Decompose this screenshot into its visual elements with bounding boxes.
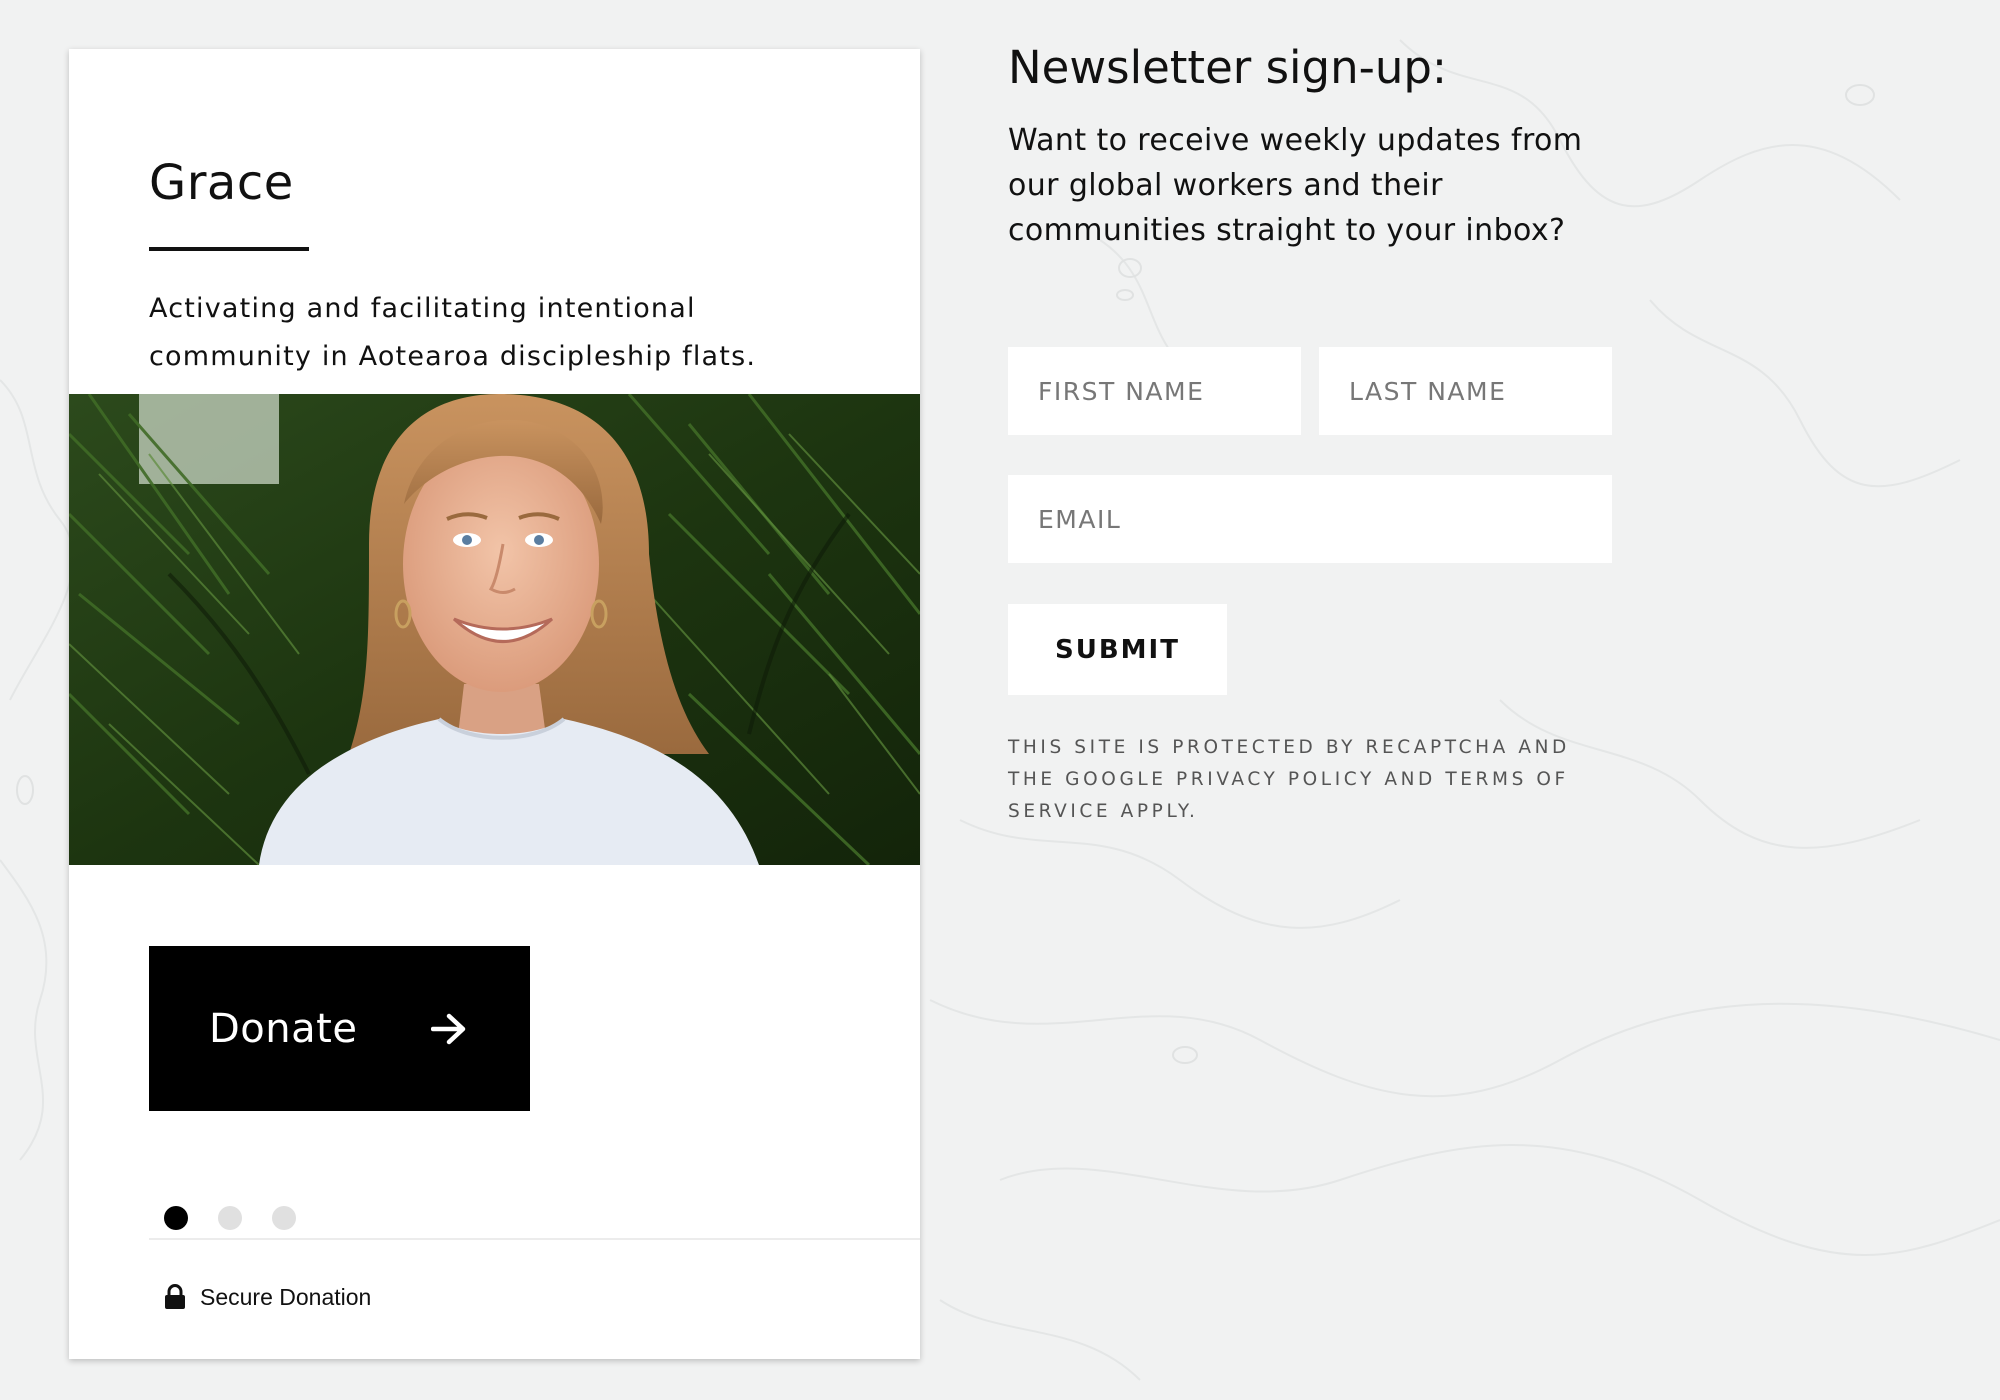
card-divider: [149, 1238, 920, 1240]
carousel-dot[interactable]: [218, 1206, 242, 1230]
first-name-input[interactable]: [1008, 347, 1301, 435]
carousel-dot-active[interactable]: [164, 1206, 188, 1230]
email-input[interactable]: [1008, 475, 1612, 563]
donate-button[interactable]: Donate: [149, 946, 530, 1111]
carousel-dot[interactable]: [272, 1206, 296, 1230]
last-name-input[interactable]: [1319, 347, 1612, 435]
newsletter-description: Want to receive weekly updates from our …: [1008, 123, 1583, 248]
recaptcha-notice: THIS SITE IS PROTECTED BY RECAPTCHA AND …: [1008, 737, 1570, 822]
worker-photo: [69, 394, 920, 865]
submit-button[interactable]: SUBMIT: [1008, 604, 1227, 695]
title-underline: [149, 247, 309, 251]
worker-description: Activating and facilitating intentional …: [149, 293, 757, 372]
worker-donation-card: Grace Activating and facilitating intent…: [69, 49, 920, 1359]
arrow-right-icon: [431, 1013, 466, 1044]
newsletter-title: Newsletter sign-up:: [1008, 41, 1448, 94]
lock-icon: [165, 1284, 185, 1309]
secure-donation-label: Secure Donation: [200, 1284, 372, 1310]
worker-name: Grace: [149, 155, 294, 211]
donate-button-label: Donate: [209, 1005, 358, 1052]
